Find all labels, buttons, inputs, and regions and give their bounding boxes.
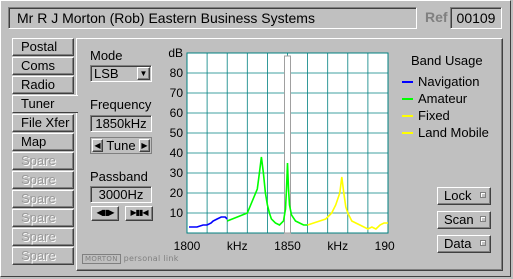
tune-right-icon[interactable]: ▶: [139, 139, 150, 152]
y-tick-label: 40: [170, 146, 184, 160]
brand-name: MORTON: [82, 254, 121, 264]
y-tick-label: 50: [170, 126, 184, 140]
data-indicator-icon: [480, 240, 486, 246]
scan-button-label: Scan: [444, 212, 474, 227]
y-tick-label: 80: [170, 66, 184, 80]
passband-field[interactable]: 3000Hz: [90, 186, 152, 203]
tab-spare-6: Spare: [12, 247, 74, 265]
legend-swatch-navigation: [402, 81, 413, 83]
side-tabs: Postal Coms Radio Tuner File Xfer Map Sp…: [12, 38, 78, 266]
tab-spare-1: Spare: [12, 152, 74, 170]
lock-button[interactable]: Lock: [437, 187, 491, 205]
band-usage-chart: 10 20 30 40 50 60 70 80 dB 1800 1850 1900 kHz kHz: [168, 46, 395, 253]
x-tick-label: 1900: [375, 239, 395, 253]
x-tick-label: 1800: [174, 239, 201, 253]
lock-button-label: Lock: [444, 188, 472, 203]
x-unit-label: kHz: [227, 239, 248, 253]
legend-item-amateur: Amateur: [402, 90, 489, 107]
y-tick-label: 60: [170, 106, 184, 120]
legend-label: Amateur: [418, 91, 468, 106]
tab-spare-2: Spare: [12, 171, 74, 189]
tune-control: ◀ Tune ▶: [90, 137, 152, 154]
legend-item-navigation: Navigation: [402, 73, 489, 90]
y-tick-label: 30: [170, 166, 184, 180]
legend-swatch-fixed: [402, 115, 413, 117]
legend-label: Land Mobile: [418, 125, 489, 140]
legend-item-land-mobile: Land Mobile: [402, 124, 489, 141]
scan-button[interactable]: Scan: [437, 211, 491, 229]
chevron-down-icon[interactable]: ▼: [137, 67, 150, 80]
legend: Navigation Amateur Fixed Land Mobile: [402, 73, 489, 141]
legend-title: Band Usage: [411, 53, 483, 68]
legend-swatch-land-mobile: [402, 132, 413, 134]
y-axis-label: dB: [168, 46, 183, 60]
ref-field: 00109: [450, 7, 502, 29]
mode-value: LSB: [94, 66, 119, 81]
legend-label: Navigation: [418, 74, 480, 89]
brand-logo: MORTON personal link: [82, 254, 179, 264]
y-tick-label: 20: [170, 186, 184, 200]
passband-value: 3000Hz: [98, 187, 144, 202]
tab-file-xfer[interactable]: File Xfer: [12, 114, 74, 132]
brand-tagline: personal link: [123, 254, 179, 263]
contact-title-field: Mr R J Morton (Rob) Eastern Business Sys…: [8, 7, 417, 29]
data-button[interactable]: Data: [437, 235, 491, 253]
scan-indicator-icon: [480, 216, 486, 222]
contact-title-text: Mr R J Morton (Rob) Eastern Business Sys…: [17, 10, 315, 26]
tab-radio[interactable]: Radio: [12, 76, 74, 94]
legend-label: Fixed: [418, 108, 450, 123]
tab-spare-5: Spare: [12, 228, 74, 246]
ref-label: Ref: [425, 9, 448, 25]
x-tick-label: 1850: [274, 239, 301, 253]
ref-value: 00109: [456, 10, 496, 26]
lock-indicator-icon: [480, 192, 486, 198]
frequency-value: 1850kHz: [95, 116, 147, 131]
frequency-label: Frequency: [90, 97, 152, 112]
x-unit-label: kHz: [327, 239, 348, 253]
legend-swatch-amateur: [402, 98, 413, 100]
passband-narrow-icon[interactable]: ▶▮▮◀: [125, 206, 153, 221]
tab-spare-3: Spare: [12, 190, 74, 208]
tab-map[interactable]: Map: [12, 133, 74, 151]
y-tick-label: 70: [170, 86, 184, 100]
y-tick-label: 10: [170, 206, 184, 220]
tab-coms[interactable]: Coms: [12, 57, 74, 75]
tab-postal[interactable]: Postal: [12, 38, 74, 56]
tab-spare-4: Spare: [12, 209, 74, 227]
tune-label: Tune: [106, 138, 136, 153]
data-button-label: Data: [444, 236, 472, 251]
legend-item-fixed: Fixed: [402, 107, 489, 124]
tune-left-icon[interactable]: ◀: [92, 139, 103, 152]
mode-select[interactable]: LSB ▼: [90, 65, 152, 82]
tab-tuner[interactable]: Tuner: [12, 95, 78, 113]
mode-label: Mode: [90, 48, 123, 63]
passband-widen-icon[interactable]: ◀▮▮▶: [91, 206, 119, 221]
frequency-field[interactable]: 1850kHz: [90, 115, 152, 132]
passband-label: Passband: [90, 169, 148, 184]
